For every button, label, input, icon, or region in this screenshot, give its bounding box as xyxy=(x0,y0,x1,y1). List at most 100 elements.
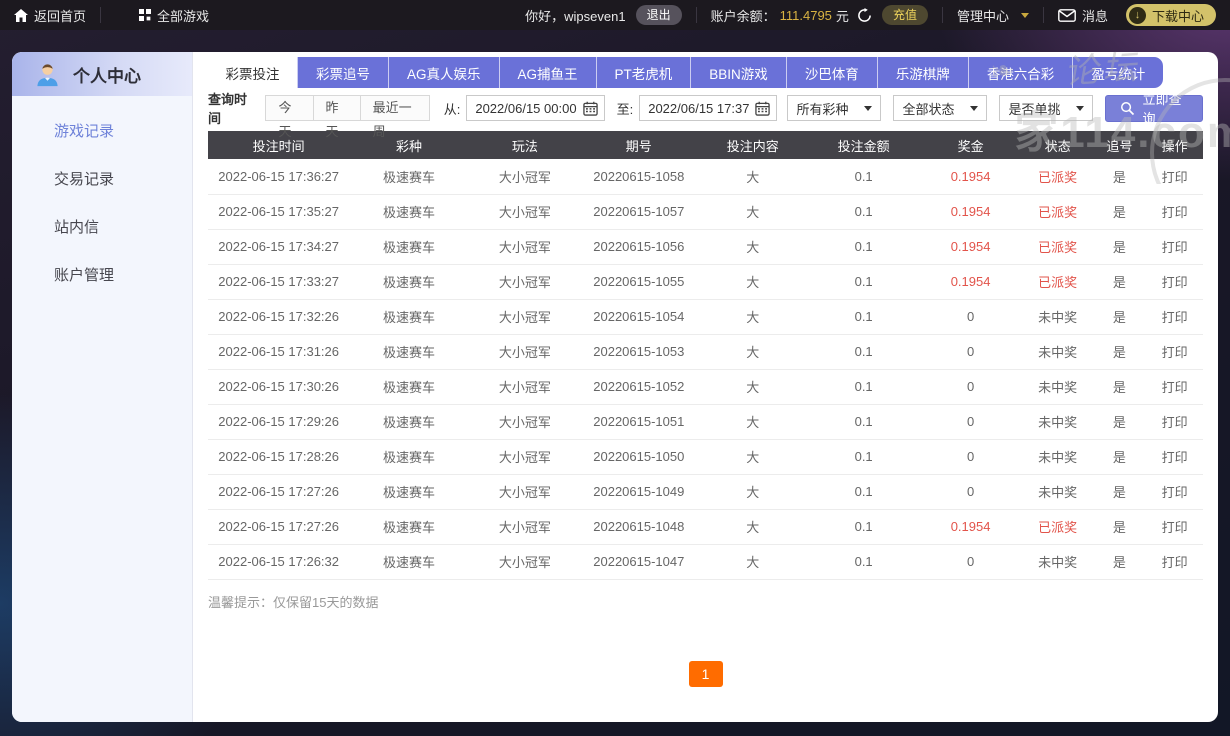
bet-records-table: 投注时间 彩种 玩法 期号 投注内容 投注金额 奖金 状态 追号 操作 2022-06-15 17… xyxy=(208,131,1203,580)
col-header-期号: 期号 xyxy=(625,138,652,154)
quick-range-今天[interactable]: 今天 xyxy=(265,95,314,139)
tab-盈亏统计[interactable]: 盈亏统计 xyxy=(1072,57,1163,88)
sidebar-item-交易记录[interactable]: 交易记录 xyxy=(12,156,192,204)
home-link[interactable]: 返回首页 xyxy=(14,6,86,25)
date-to-input[interactable]: 2022/06/15 17:37 xyxy=(639,95,778,121)
cell-action[interactable]: 打印 xyxy=(1146,369,1203,405)
cell-action[interactable]: 打印 xyxy=(1146,404,1203,440)
divider xyxy=(1042,7,1044,23)
tab-bar: 彩票投注 彩票追号 AG真人娱乐 AG捕鱼王 PT老虎机 BBIN游戏 沙巴体育 乐游棋牌 香港… xyxy=(208,57,1203,88)
tab-乐游棋牌[interactable]: 乐游棋牌 xyxy=(876,57,968,88)
refresh-icon[interactable] xyxy=(857,7,872,23)
cell-prize: 0 xyxy=(918,474,1023,510)
cell-lottery: 极速赛车 xyxy=(349,474,469,510)
cell-amount: 0.1 xyxy=(808,474,919,510)
quick-range-最近一周[interactable]: 最近一周 xyxy=(360,95,430,139)
cell-issue: 20220615-1049 xyxy=(581,474,697,510)
messages-label: 消息 xyxy=(1081,8,1108,24)
cell-prize: 0 xyxy=(918,369,1023,405)
select-全部状态[interactable]: 全部状态 xyxy=(893,95,988,121)
tab-彩票追号[interactable]: 彩票追号 xyxy=(297,57,388,88)
tab-AG真人娱乐[interactable]: AG真人娱乐 xyxy=(388,57,499,88)
table-row: 2022-06-15 17:28:26 极速赛车 大小冠军 20220615-1050… xyxy=(208,439,1203,475)
table-row: 2022-06-15 17:27:26 极速赛车 大小冠军 20220615-1048… xyxy=(208,509,1203,545)
cell-issue: 20220615-1058 xyxy=(581,159,697,195)
cell-action[interactable]: 打印 xyxy=(1146,509,1203,545)
grid-icon xyxy=(139,9,152,21)
table-row: 2022-06-15 17:30:26 极速赛车 大小冠军 20220615-1052… xyxy=(208,369,1203,405)
cell-chase: 是 xyxy=(1092,264,1147,300)
cell-status: 未中奖 xyxy=(1022,544,1093,580)
cell-play: 大小冠军 xyxy=(468,159,582,195)
tab-彩票投注[interactable]: 彩票投注 xyxy=(208,57,297,88)
cell-lottery: 极速赛车 xyxy=(349,404,469,440)
cell-play: 大小冠军 xyxy=(468,194,582,230)
cell-amount: 0.1 xyxy=(808,439,919,475)
col-header-追号: 追号 xyxy=(1106,138,1133,154)
cell-chase: 是 xyxy=(1092,334,1147,370)
select-是否单挑[interactable]: 是否单挑 xyxy=(999,95,1094,121)
divider xyxy=(100,7,102,23)
cell-action[interactable]: 打印 xyxy=(1146,264,1203,300)
recharge-button[interactable]: 充值 xyxy=(881,5,928,25)
cell-chase: 是 xyxy=(1092,194,1147,230)
admin-center-menu[interactable]: 管理中心 xyxy=(957,6,1029,25)
cell-chase: 是 xyxy=(1092,369,1147,405)
cell-status: 未中奖 xyxy=(1022,369,1093,405)
cell-status: 已派奖 xyxy=(1022,229,1093,265)
cell-action[interactable]: 打印 xyxy=(1146,159,1203,195)
content-card: 个人中心 游戏记录 交易记录 站内信 账户管理 彩票投注 彩票追号 AG真人娱乐 AG捕鱼王… xyxy=(12,52,1218,722)
cell-status: 已派奖 xyxy=(1022,194,1093,230)
cell-lottery: 极速赛车 xyxy=(349,159,469,195)
quick-range-group: 今天 昨天 最近一周 xyxy=(265,95,430,139)
tab-PT老虎机[interactable]: PT老虎机 xyxy=(595,57,691,88)
cell-status: 未中奖 xyxy=(1022,474,1093,510)
cell-issue: 20220615-1048 xyxy=(581,509,697,545)
all-games-link[interactable]: 全部游戏 xyxy=(139,6,209,25)
balance-value: 111.4795 xyxy=(779,7,832,23)
table-row: 2022-06-15 17:35:27 极速赛车 大小冠军 20220615-1057… xyxy=(208,194,1203,230)
messages-link[interactable]: 消息 xyxy=(1058,6,1108,25)
cell-action[interactable]: 打印 xyxy=(1146,439,1203,475)
page-button-1[interactable]: 1 xyxy=(688,660,723,687)
main-panel: 彩票投注 彩票追号 AG真人娱乐 AG捕鱼王 PT老虎机 BBIN游戏 沙巴体育 乐游棋牌 香港… xyxy=(193,52,1218,722)
query-button[interactable]: 立即查询 xyxy=(1105,92,1203,126)
quick-range-昨天[interactable]: 昨天 xyxy=(313,95,361,139)
cell-prize: 0 xyxy=(918,439,1023,475)
cell-play: 大小冠军 xyxy=(468,334,582,370)
admin-center-label: 管理中心 xyxy=(956,8,1009,24)
col-header-投注内容: 投注内容 xyxy=(726,138,779,154)
table-row: 2022-06-15 17:33:27 极速赛车 大小冠军 20220615-1055… xyxy=(208,264,1203,300)
logout-button[interactable]: 退出 xyxy=(635,5,682,25)
calendar-icon[interactable] xyxy=(582,101,598,116)
cell-content: 大 xyxy=(696,194,809,230)
cell-action[interactable]: 打印 xyxy=(1146,299,1203,335)
tab-BBIN游戏[interactable]: BBIN游戏 xyxy=(690,57,786,88)
table-row: 2022-06-15 17:26:32 极速赛车 大小冠军 20220615-1047… xyxy=(208,544,1203,580)
calendar-icon[interactable] xyxy=(755,101,771,116)
sidebar-item-游戏记录[interactable]: 游戏记录 xyxy=(12,108,192,156)
sidebar-item-账户管理[interactable]: 账户管理 xyxy=(12,252,192,300)
tab-AG捕鱼王[interactable]: AG捕鱼王 xyxy=(498,57,596,88)
cell-amount: 0.1 xyxy=(808,264,919,300)
cell-action[interactable]: 打印 xyxy=(1146,194,1203,230)
cell-action[interactable]: 打印 xyxy=(1146,229,1203,265)
cell-issue: 20220615-1050 xyxy=(581,439,697,475)
query-time-label: 查询时间 xyxy=(208,92,248,126)
cell-prize: 0.1954 xyxy=(918,194,1023,230)
cell-issue: 20220615-1051 xyxy=(581,404,697,440)
sidebar-item-站内信[interactable]: 站内信 xyxy=(12,204,192,252)
cell-time: 2022-06-15 17:31:26 xyxy=(208,334,350,370)
cell-prize: 0.1954 xyxy=(918,264,1023,300)
cell-amount: 0.1 xyxy=(808,509,919,545)
tab-沙巴体育[interactable]: 沙巴体育 xyxy=(785,57,877,88)
select-所有彩种[interactable]: 所有彩种 xyxy=(787,95,882,121)
cell-play: 大小冠军 xyxy=(468,544,582,580)
date-from-input[interactable]: 2022/06/15 00:00 xyxy=(466,95,605,121)
cell-time: 2022-06-15 17:30:26 xyxy=(208,369,350,405)
cell-action[interactable]: 打印 xyxy=(1146,474,1203,510)
tab-香港六合彩[interactable]: 香港六合彩 xyxy=(967,57,1073,88)
cell-action[interactable]: 打印 xyxy=(1146,334,1203,370)
download-center-button[interactable]: ↓ 下载中心 xyxy=(1125,4,1216,26)
cell-action[interactable]: 打印 xyxy=(1146,544,1203,580)
